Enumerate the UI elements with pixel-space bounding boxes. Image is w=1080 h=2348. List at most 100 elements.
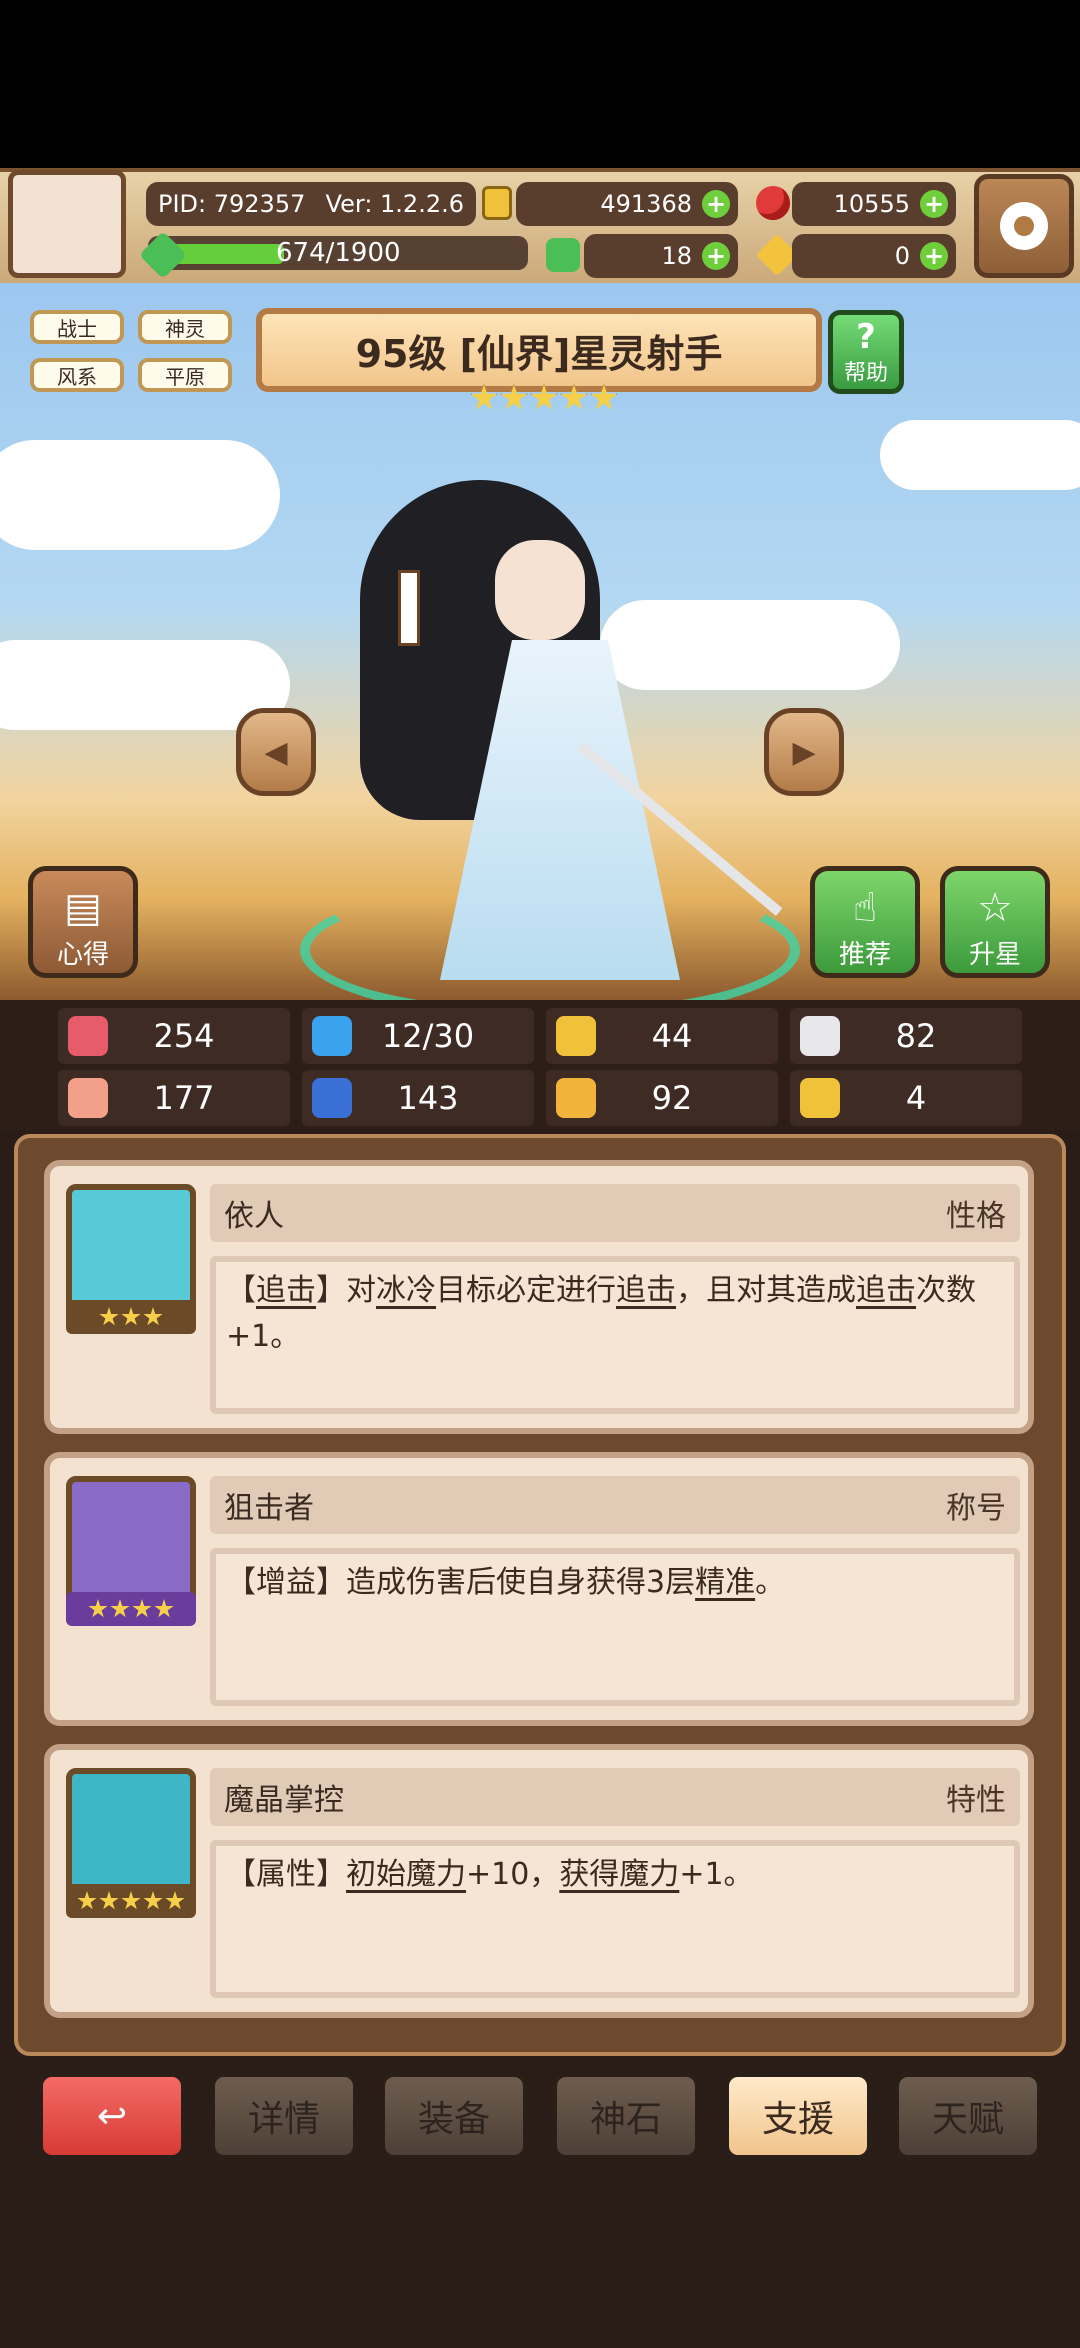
star-icon <box>470 384 498 410</box>
tab-details[interactable]: 详情 <box>210 2072 358 2160</box>
card-portrait <box>66 1184 196 1314</box>
stat-value: 44 <box>651 1017 693 1055</box>
prev-hero-button[interactable]: ◀ <box>236 708 316 796</box>
tag-plain: 平原 <box>138 358 232 392</box>
stat-value: 254 <box>153 1017 215 1055</box>
shield-icon <box>556 1016 596 1056</box>
boot-icon <box>556 1078 596 1118</box>
stat-item[interactable]: 92 <box>546 1070 778 1126</box>
stat-value: 92 <box>651 1079 693 1117</box>
hero-face <box>495 540 585 640</box>
player-avatar[interactable] <box>8 170 126 278</box>
stat-value: 143 <box>397 1079 459 1117</box>
keyword-link[interactable]: 获得魔力 <box>559 1857 679 1892</box>
help-label: 帮助 <box>843 361 888 386</box>
keyword-link[interactable]: 追击 <box>616 1273 676 1308</box>
keyword-link[interactable]: 追击 <box>256 1273 316 1308</box>
hero-title: 95级 [仙界]星灵射手 <box>355 331 723 376</box>
card-name: 依人 <box>224 1199 284 1234</box>
support-card[interactable]: 狙击者 称号 【增益】造成伤害后使自身获得3层精准。 <box>44 1452 1034 1726</box>
tag-wind: 风系 <box>30 358 124 392</box>
version-text: Ver: 1.2.2.6 <box>325 190 464 218</box>
gold-value: 491368 <box>600 190 692 218</box>
desc-text: 】对 <box>316 1273 376 1308</box>
clover-value: 18 <box>661 242 692 270</box>
card-type: 性格 <box>946 1199 1006 1234</box>
card-stars <box>66 1884 196 1918</box>
star-icon <box>88 1599 108 1618</box>
star-icon <box>110 1599 130 1618</box>
star-icon <box>154 1599 174 1618</box>
card-portrait <box>66 1768 196 1898</box>
settings-button[interactable] <box>974 174 1074 278</box>
hero-stars <box>470 384 618 414</box>
stat-value: 12/30 <box>381 1017 475 1055</box>
tips-button[interactable]: ▤ 心得 <box>28 866 138 978</box>
tab-god-stone-label: 神石 <box>589 2099 662 2140</box>
key-pill: 0 + <box>792 234 956 278</box>
add-gold-button[interactable]: + <box>702 190 730 218</box>
tag-warrior: 战士 <box>30 310 124 344</box>
horseshoe-icon <box>800 1078 840 1118</box>
tab-support-label: 支援 <box>761 2099 834 2140</box>
star-icon <box>77 1891 97 1910</box>
desc-text: +10， <box>466 1857 560 1892</box>
card-stars <box>66 1300 196 1334</box>
tab-talent[interactable]: 天赋 <box>894 2072 1042 2160</box>
keyword-link[interactable]: 追击 <box>856 1273 916 1308</box>
help-button[interactable]: ? 帮助 <box>828 310 904 394</box>
support-card[interactable]: 依人 性格 【追击】对冰冷目标必定进行追击，且对其造成追击次数+1。 <box>44 1160 1034 1434</box>
add-clover-button[interactable]: + <box>702 242 730 270</box>
tab-equipment[interactable]: 装备 <box>380 2072 528 2160</box>
stat-item[interactable]: 12/30 <box>302 1008 534 1064</box>
gem-value: 10555 <box>833 190 910 218</box>
card-header: 狙击者 称号 <box>210 1476 1020 1534</box>
stat-item[interactable]: 82 <box>790 1008 1022 1064</box>
upgrade-star-label: 升星 <box>968 940 1021 970</box>
card-name: 魔晶掌控 <box>224 1783 344 1818</box>
card-type: 称号 <box>946 1491 1006 1526</box>
red-gem-icon <box>756 186 790 220</box>
add-key-button[interactable]: + <box>920 242 948 270</box>
tab-details-label: 详情 <box>247 2099 320 2140</box>
back-arrow-icon: ↩ <box>96 2095 128 2137</box>
stat-item[interactable]: 44 <box>546 1008 778 1064</box>
exp-text: 674/1900 <box>276 238 401 268</box>
desc-text: 【属性】 <box>226 1857 346 1892</box>
cloud <box>0 440 280 550</box>
star-icon <box>165 1891 185 1910</box>
star-icon <box>143 1891 163 1910</box>
stat-item[interactable]: 177 <box>58 1070 290 1126</box>
dagger <box>398 570 420 646</box>
clover-icon <box>546 238 580 272</box>
star-icon <box>99 1307 119 1326</box>
keyword-link[interactable]: 冰冷 <box>376 1273 436 1308</box>
star-icon <box>132 1599 152 1618</box>
card-portrait <box>66 1476 196 1606</box>
keyword-link[interactable]: 精准 <box>695 1565 755 1600</box>
arrow-right-icon: ▶ <box>792 734 816 770</box>
back-button[interactable]: ↩ <box>38 2072 186 2160</box>
keyword-link[interactable]: 初始魔力 <box>346 1857 466 1892</box>
star-icon <box>560 384 588 410</box>
pid-text: PID: 792357 <box>158 190 306 218</box>
add-gem-button[interactable]: + <box>920 190 948 218</box>
support-card[interactable]: 魔晶掌控 特性 【属性】初始魔力+10，获得魔力+1。 <box>44 1744 1034 2018</box>
tab-god-stone[interactable]: 神石 <box>552 2072 700 2160</box>
card-description: 【增益】造成伤害后使自身获得3层精准。 <box>210 1548 1020 1706</box>
card-stars <box>66 1592 196 1626</box>
scroll-icon: ▤ <box>64 885 102 931</box>
thumbs-up-icon: ☝ <box>852 885 878 931</box>
star-icon <box>590 384 618 410</box>
recommend-button[interactable]: ☝ 推荐 <box>810 866 920 978</box>
stat-item[interactable]: 254 <box>58 1008 290 1064</box>
next-hero-button[interactable]: ▶ <box>764 708 844 796</box>
tab-support[interactable]: 支援 <box>724 2072 872 2160</box>
stat-item[interactable]: 4 <box>790 1070 1022 1126</box>
tab-talent-label: 天赋 <box>931 2099 1004 2140</box>
desc-text: ，且对其造成 <box>676 1273 856 1308</box>
card-name: 狙击者 <box>224 1491 314 1526</box>
upgrade-star-button[interactable]: ☆ 升星 <box>940 866 1050 978</box>
stat-item[interactable]: 143 <box>302 1070 534 1126</box>
star-icon <box>530 384 558 410</box>
